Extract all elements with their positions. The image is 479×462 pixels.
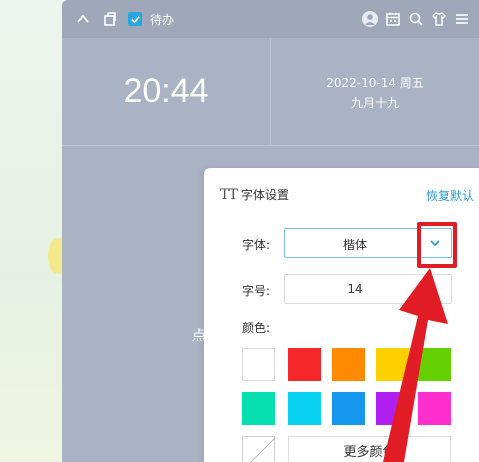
color-swatch-teal[interactable]: [242, 392, 275, 425]
more-colors-button[interactable]: 更多颜色: [288, 436, 451, 462]
color-swatch-yellow[interactable]: [376, 348, 409, 381]
clock-section: 20:44 2022-10-14 周五 九月十九: [62, 38, 479, 146]
dropdown-highlight-annotation: [417, 222, 457, 268]
color-swatch-orange[interactable]: [332, 348, 365, 381]
color-swatch-blue[interactable]: [332, 392, 365, 425]
color-label: 颜色:: [242, 321, 271, 335]
color-swatch-red[interactable]: [288, 348, 321, 381]
color-swatch-white[interactable]: [242, 348, 275, 381]
chevron-up-icon[interactable]: [74, 10, 92, 28]
font-size-icon: TT: [220, 186, 238, 203]
color-swatch-purple[interactable]: [376, 392, 409, 425]
desktop-background: [0, 0, 62, 462]
font-size-value: 14: [347, 282, 363, 296]
color-swatch-pink[interactable]: [418, 392, 451, 425]
current-date: 2022-10-14 周五: [326, 76, 424, 90]
widget-toolbar: 待办: [62, 0, 479, 38]
color-swatch-cyan[interactable]: [288, 392, 321, 425]
skin-icon[interactable]: [430, 10, 448, 28]
clock-divider: [270, 38, 271, 146]
color-swatch-green[interactable]: [418, 348, 451, 381]
avatar-icon[interactable]: [361, 10, 379, 28]
pin-icon[interactable]: [101, 10, 119, 28]
no-color-swatch[interactable]: [242, 436, 275, 462]
search-icon[interactable]: [407, 10, 425, 28]
menu-icon[interactable]: [453, 10, 471, 28]
calendar-icon[interactable]: [384, 10, 402, 28]
font-label: 字体:: [242, 238, 271, 252]
restore-default-link[interactable]: 恢复默认: [426, 187, 474, 204]
current-time: 20:44: [123, 72, 209, 110]
font-family-value: 楷体: [342, 238, 367, 252]
checkbox-icon[interactable]: [128, 12, 142, 26]
widget-title[interactable]: 待办: [150, 11, 174, 28]
font-settings-panel: TT 字体设置 恢复默认 字体: 楷体 字号: 14 颜色: 更多颜色: [204, 168, 479, 462]
panel-title: 字体设置: [240, 188, 289, 202]
lunar-date: 九月十九: [350, 96, 399, 110]
size-label: 字号:: [242, 284, 271, 298]
font-size-input[interactable]: 14: [284, 274, 452, 304]
